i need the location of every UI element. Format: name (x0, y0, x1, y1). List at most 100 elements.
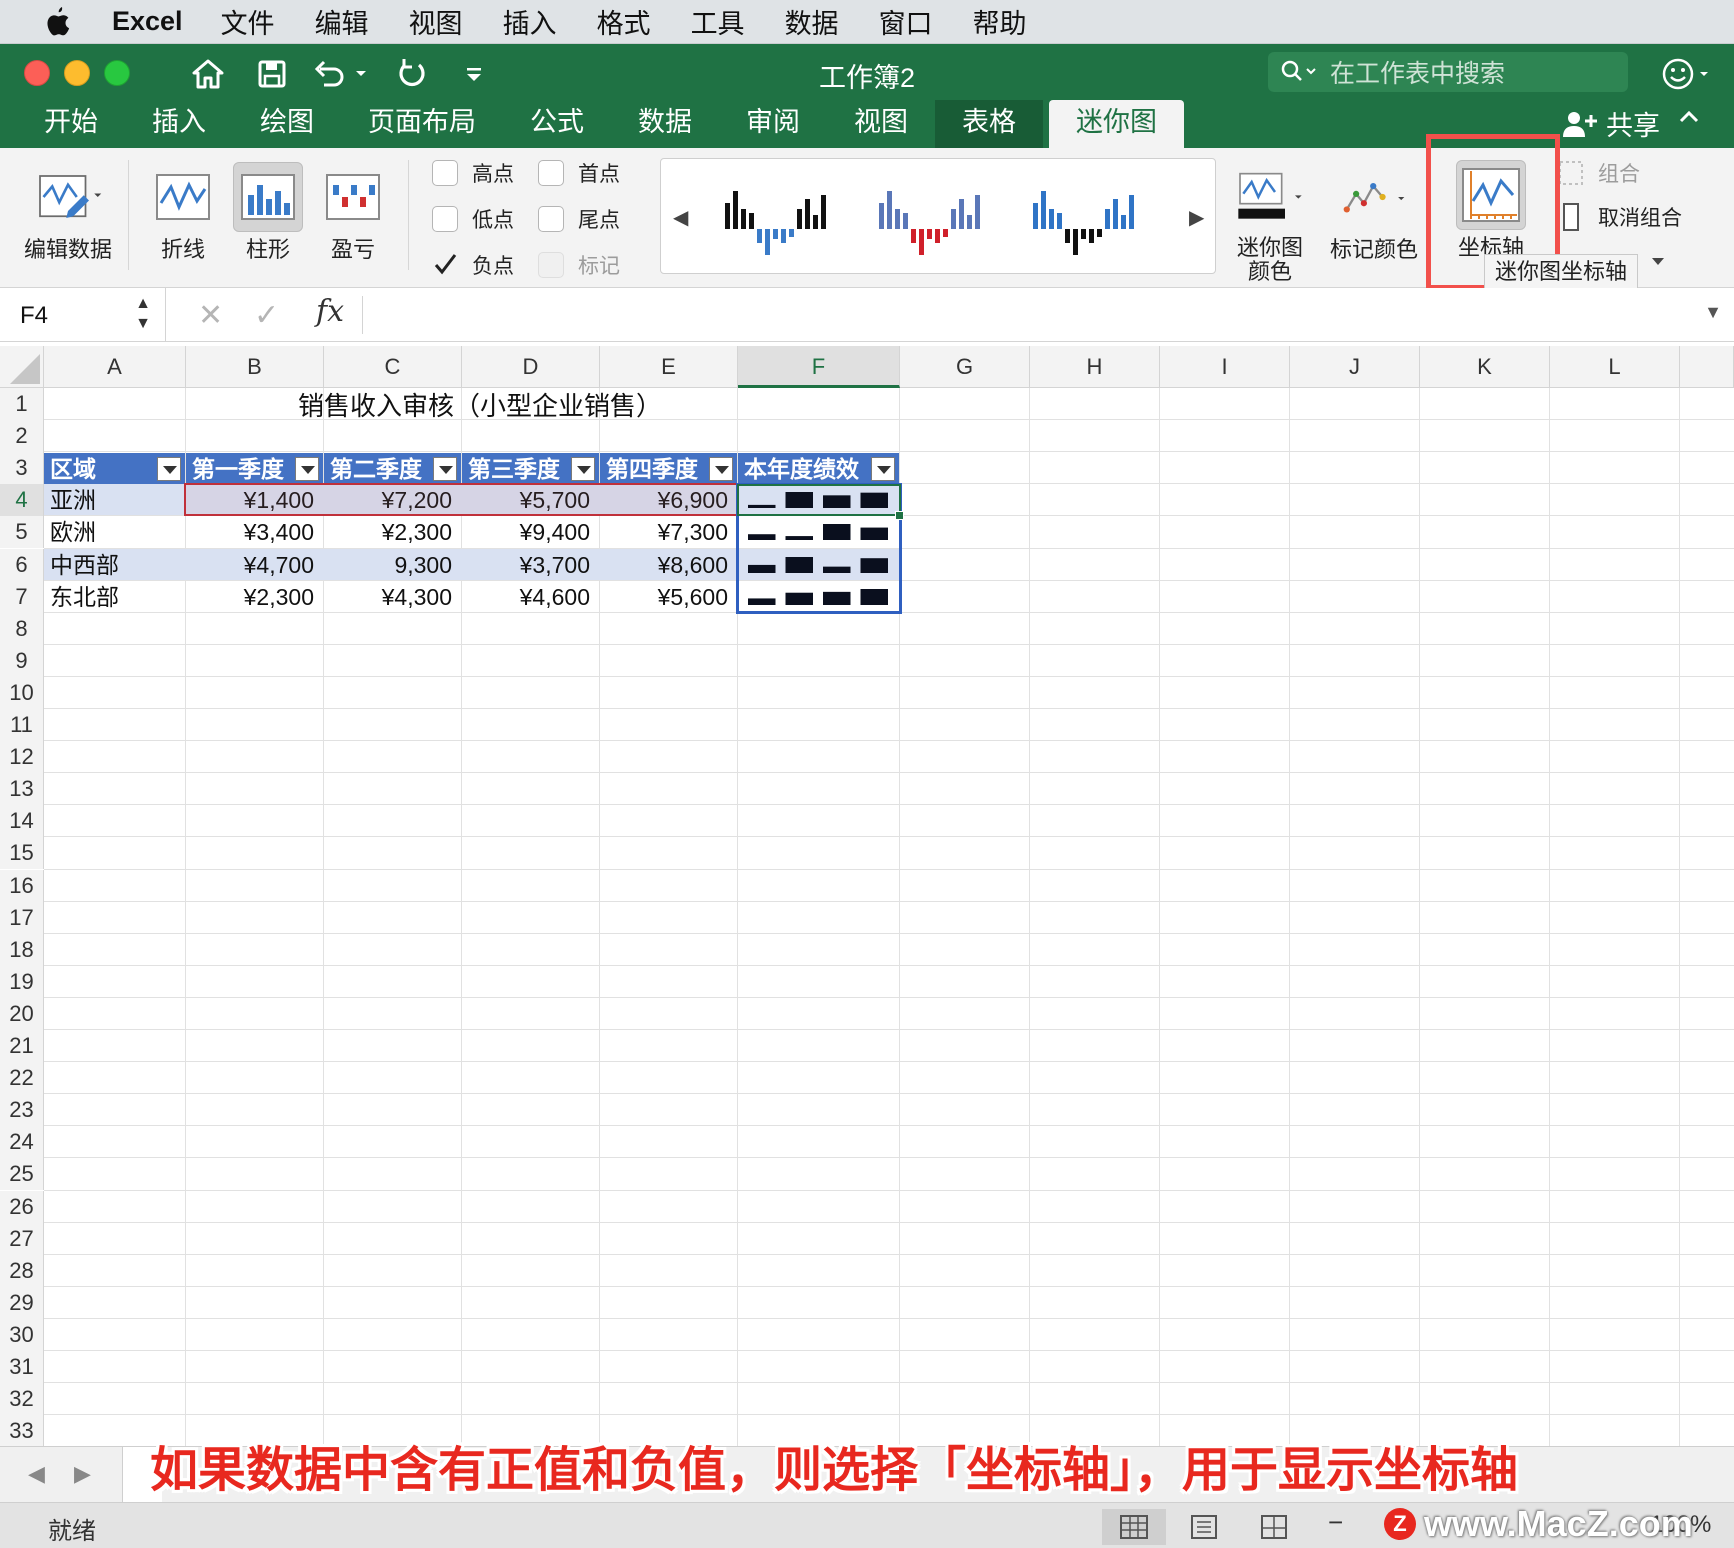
zoom-out-button[interactable]: − (1328, 1507, 1343, 1538)
column-header-d[interactable]: D (462, 346, 600, 388)
menu-app-excel[interactable]: Excel (112, 6, 183, 37)
type-winloss-button[interactable]: 盈亏 (318, 162, 388, 262)
row-header-18[interactable]: 18 (0, 933, 44, 966)
row-header-12[interactable]: 12 (0, 741, 44, 774)
table-header-cell[interactable]: 第四季度 (600, 453, 737, 485)
column-header-j[interactable]: J (1290, 346, 1420, 388)
gallery-prev-icon[interactable]: ◀ (673, 205, 688, 230)
row-header-11[interactable]: 11 (0, 709, 44, 742)
menu-file[interactable]: 文件 (221, 2, 275, 41)
sparkline-style-gallery[interactable]: ◀ ▶ (660, 158, 1216, 274)
row-header-16[interactable]: 16 (0, 869, 44, 902)
home-icon[interactable] (186, 52, 230, 96)
worksheet-grid[interactable]: ABCDEFGHIJKL 1 2 3 4 5 6 7 8 9 10 11 12 13 14 15 16 17 18… (0, 346, 1734, 1448)
menu-insert[interactable]: 插入 (503, 2, 557, 41)
menu-tools[interactable]: 工具 (691, 2, 745, 41)
row-header-2[interactable]: 2 (0, 420, 44, 453)
row-header-15[interactable]: 15 (0, 837, 44, 870)
tab-view[interactable]: 视图 (827, 100, 935, 148)
quarter-value-cell[interactable]: ¥4,600 (462, 581, 600, 613)
fill-handle[interactable] (895, 511, 904, 521)
quarter-value-cell[interactable]: ¥3,400 (186, 516, 324, 548)
clear-dropdown-icon[interactable] (1648, 252, 1668, 277)
menu-view[interactable]: 视图 (409, 2, 463, 41)
row-header-21[interactable]: 21 (0, 1030, 44, 1063)
low-point-checkbox[interactable]: 低点 (432, 204, 514, 234)
row-header-5[interactable]: 5 (0, 516, 44, 549)
marker-color-button[interactable]: 标记颜色 (1326, 162, 1422, 262)
close-window-button[interactable] (24, 60, 50, 86)
table-header-cell[interactable]: 第二季度 (324, 453, 461, 485)
row-header-24[interactable]: 24 (0, 1126, 44, 1159)
column-header-a[interactable]: A (44, 346, 186, 388)
region-cell[interactable]: 欧洲 (44, 516, 186, 548)
style-preview-3[interactable] (1029, 179, 1149, 259)
filter-dropdown-icon[interactable] (157, 457, 181, 482)
save-icon[interactable] (250, 52, 294, 96)
quarter-value-cell[interactable]: ¥7,300 (600, 516, 738, 548)
row-header-10[interactable]: 10 (0, 676, 44, 709)
row-header-3[interactable]: 3 (0, 452, 44, 485)
redo-icon[interactable] (390, 52, 434, 96)
sheet-title-cell[interactable]: 销售收入审核（小型企业销售） (44, 388, 916, 424)
row-header-29[interactable]: 29 (0, 1286, 44, 1319)
tab-data[interactable]: 数据 (611, 100, 719, 148)
quarter-value-cell[interactable]: ¥3,700 (462, 549, 600, 581)
row-header-31[interactable]: 31 (0, 1351, 44, 1384)
tab-draw[interactable]: 绘图 (233, 100, 341, 148)
enter-icon[interactable]: ✓ (254, 298, 279, 333)
name-box[interactable]: F4 ▲ ▼ (0, 288, 166, 342)
column-header-b[interactable]: B (186, 346, 324, 388)
row-header-22[interactable]: 22 (0, 1062, 44, 1095)
quarter-value-cell[interactable]: ¥9,400 (462, 516, 600, 548)
last-point-checkbox[interactable]: 尾点 (538, 204, 620, 234)
menu-help[interactable]: 帮助 (973, 2, 1027, 41)
menu-edit[interactable]: 编辑 (315, 2, 369, 41)
apple-icon[interactable] (40, 5, 72, 39)
share-button[interactable]: 共享 (1562, 104, 1660, 143)
sparkline-color-button[interactable]: 迷你图 颜色 (1230, 162, 1310, 284)
quarter-value-cell[interactable]: ¥4,300 (324, 581, 462, 613)
select-all-corner[interactable] (0, 346, 44, 388)
filter-dropdown-icon[interactable] (709, 457, 733, 482)
high-point-checkbox[interactable]: 高点 (432, 158, 514, 188)
feedback-smiley-icon[interactable] (1660, 54, 1708, 94)
menu-window[interactable]: 窗口 (879, 2, 933, 41)
row-header-32[interactable]: 32 (0, 1383, 44, 1416)
negative-point-checkbox[interactable]: 负点 (432, 250, 514, 280)
tab-formulas[interactable]: 公式 (503, 100, 611, 148)
quarter-value-cell[interactable]: ¥2,300 (324, 516, 462, 548)
customize-qat-icon[interactable] (456, 52, 492, 96)
quarter-value-cell[interactable]: ¥4,700 (186, 549, 324, 581)
quarter-value-cell[interactable]: ¥2,300 (186, 581, 324, 613)
row-header-26[interactable]: 26 (0, 1190, 44, 1223)
edit-data-button[interactable]: 编辑数据 (18, 162, 118, 262)
column-header-h[interactable]: H (1030, 346, 1160, 388)
table-header-cell[interactable]: 本年度绩效 (738, 453, 899, 485)
name-box-spinner-icon[interactable]: ▲ ▼ (135, 294, 151, 334)
prev-sheet-icon[interactable]: ◀ (28, 1461, 45, 1487)
quarter-value-cell[interactable]: ¥5,600 (600, 581, 738, 613)
row-header-30[interactable]: 30 (0, 1318, 44, 1351)
normal-view-button[interactable] (1102, 1509, 1166, 1545)
quarter-value-cell[interactable]: 9,300 (324, 549, 462, 581)
row-header-27[interactable]: 27 (0, 1222, 44, 1255)
row-header-7[interactable]: 7 (0, 580, 44, 613)
style-preview-2[interactable] (875, 179, 995, 259)
first-point-checkbox[interactable]: 首点 (538, 158, 620, 188)
row-header-4[interactable]: 4 (0, 484, 44, 517)
row-header-28[interactable]: 28 (0, 1254, 44, 1287)
filter-dropdown-icon[interactable] (295, 457, 319, 482)
column-header-f[interactable]: F (738, 346, 900, 388)
search-input[interactable]: 在工作表中搜索 (1268, 52, 1628, 92)
row-header-20[interactable]: 20 (0, 997, 44, 1030)
tab-home[interactable]: 开始 (0, 100, 125, 148)
table-header-cell[interactable]: 第一季度 (186, 453, 323, 485)
column-header-i[interactable]: I (1160, 346, 1290, 388)
region-cell[interactable]: 中西部 (44, 549, 186, 581)
insert-function-icon[interactable]: fx (316, 294, 344, 329)
row-header-33[interactable]: 33 (0, 1415, 44, 1448)
row-header-1[interactable]: 1 (0, 388, 44, 421)
row-header-6[interactable]: 6 (0, 548, 44, 581)
tab-sparkline[interactable]: 迷你图 (1049, 100, 1184, 148)
